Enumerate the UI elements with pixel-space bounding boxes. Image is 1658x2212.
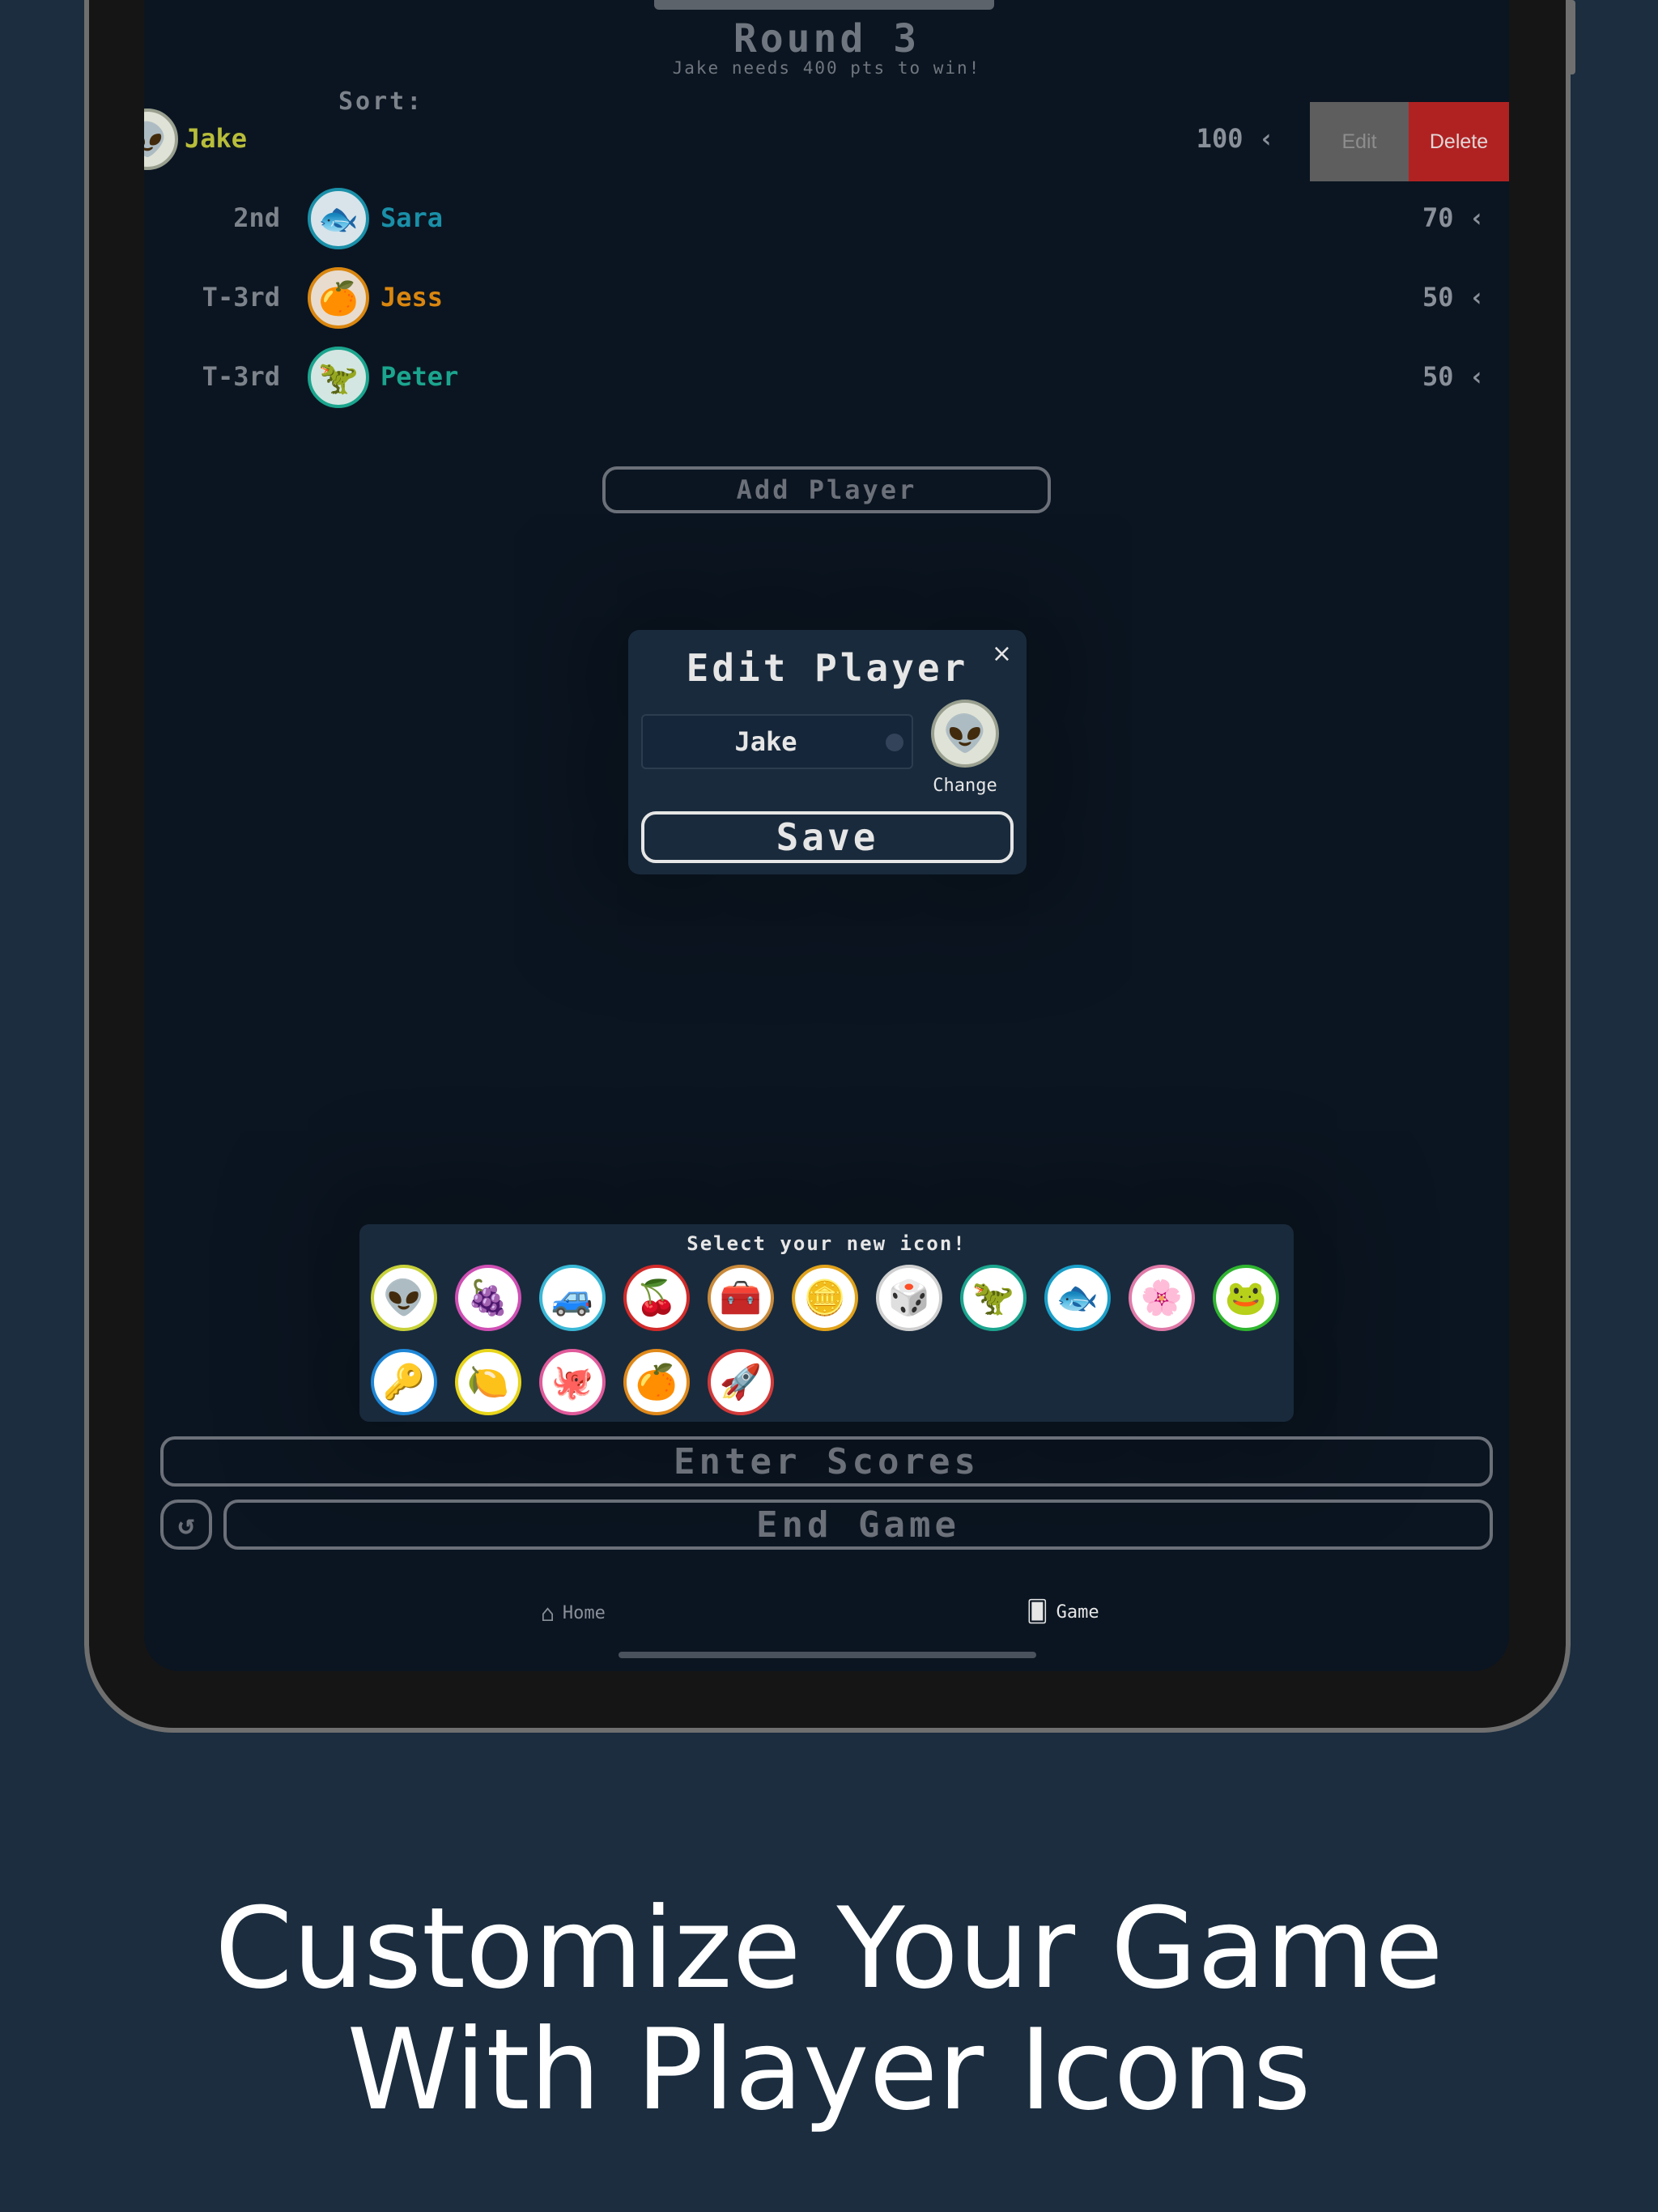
orange-icon[interactable]: 🍊 xyxy=(623,1349,690,1415)
add-player-button[interactable]: Add Player xyxy=(602,466,1051,513)
player-name-input[interactable]: Jake xyxy=(641,714,913,769)
orange-icon: 🍊 xyxy=(308,267,369,329)
player-name: Sara xyxy=(380,202,444,233)
tab-game-label: Game xyxy=(1056,1602,1099,1623)
icon-picker: Select your new icon! 👽 🍇 🚙 🍒 🧰 🪙 🎲 🦖 🐟 🌸 🐸 🔑 🍋 🐙 🍊 🚀 xyxy=(359,1224,1294,1422)
picker-title: Select your new icon! xyxy=(687,1232,967,1255)
caption-line-2: With Player Icons xyxy=(346,2005,1312,2135)
flower-icon[interactable]: 🌸 xyxy=(1129,1265,1195,1331)
alien-icon[interactable]: 👽 xyxy=(931,700,999,768)
player-rank: 2nd xyxy=(233,202,280,233)
player-rank: T-3rd xyxy=(202,361,280,392)
frog-icon[interactable]: 🐸 xyxy=(1213,1265,1279,1331)
tab-home[interactable]: ⌂ Home xyxy=(541,1600,606,1627)
grapes-icon[interactable]: 🍇 xyxy=(455,1265,521,1331)
clear-input-icon[interactable] xyxy=(886,734,903,751)
icon-grid: 👽 🍇 🚙 🍒 🧰 🪙 🎲 🦖 🐟 🌸 🐸 🔑 🍋 🐙 🍊 🚀 xyxy=(371,1265,1286,1415)
score-heading-partial xyxy=(654,0,994,10)
dino-icon: 🦖 xyxy=(308,347,369,408)
coin-icon[interactable]: 🪙 xyxy=(792,1265,858,1331)
fish-icon: 🐟 xyxy=(308,188,369,249)
dino-icon[interactable]: 🦖 xyxy=(960,1265,1027,1331)
player-name-value: Jake xyxy=(734,726,797,757)
player-row-jess[interactable]: T-3rd 🍊 Jess 50 ‹ xyxy=(144,262,1509,335)
edit-button[interactable]: Edit xyxy=(1310,102,1409,181)
player-rank: T-3rd xyxy=(202,282,280,313)
player-name: Jess xyxy=(380,282,444,313)
player-name: Jake xyxy=(185,123,248,154)
device-side-button xyxy=(1569,0,1575,74)
delete-button[interactable]: Delete xyxy=(1409,102,1509,181)
win-note: Jake needs 400 pts to win! xyxy=(672,58,981,78)
enter-scores-button[interactable]: Enter Scores xyxy=(160,1436,1493,1487)
octopus-icon[interactable]: 🐙 xyxy=(539,1349,606,1415)
player-row-peter[interactable]: T-3rd 🦖 Peter 50 ‹ xyxy=(144,342,1509,415)
player-score: 50 ‹ xyxy=(1422,282,1485,313)
alien-icon[interactable]: 👽 xyxy=(371,1265,437,1331)
tab-game[interactable]: 🂠 Game xyxy=(1027,1600,1099,1624)
lemon-icon[interactable]: 🍋 xyxy=(455,1349,521,1415)
caption-line-1: Customize Your Game xyxy=(215,1883,1443,2014)
end-game-button[interactable]: End Game xyxy=(223,1499,1493,1550)
player-score: 70 ‹ xyxy=(1422,202,1485,233)
alien-icon: 👽 xyxy=(144,108,178,170)
fish-icon[interactable]: 🐟 xyxy=(1044,1265,1111,1331)
save-button[interactable]: Save xyxy=(641,811,1014,863)
change-icon-label[interactable]: Change xyxy=(920,776,1010,796)
player-score: 100 ‹ xyxy=(1196,123,1274,154)
home-indicator xyxy=(619,1652,1036,1658)
key-icon[interactable]: 🔑 xyxy=(371,1349,437,1415)
undo-icon[interactable]: ↺ xyxy=(160,1499,212,1550)
player-row-sara[interactable]: 2nd 🐟 Sara 70 ‹ xyxy=(144,183,1509,256)
tab-home-label: Home xyxy=(562,1603,606,1623)
rocket-icon[interactable]: 🚀 xyxy=(708,1349,774,1415)
cherry-icon[interactable]: 🍒 xyxy=(623,1265,690,1331)
app-screen: Round 3 Jake needs 400 pts to win! Sort:… xyxy=(144,0,1509,1671)
round-title: Round 3 xyxy=(733,16,920,62)
home-icon: ⌂ xyxy=(541,1600,555,1627)
treasure-chest-icon[interactable]: 🧰 xyxy=(708,1265,774,1331)
close-icon[interactable]: × xyxy=(992,640,1012,668)
player-row-jake[interactable]: 👽 Jake 100 ‹ xyxy=(144,104,1509,177)
dice-icon[interactable]: 🎲 xyxy=(876,1265,942,1331)
player-score: 50 ‹ xyxy=(1422,361,1485,392)
edit-player-modal: Edit Player × Jake 👽 Change Save xyxy=(628,630,1027,874)
car-icon[interactable]: 🚙 xyxy=(539,1265,606,1331)
player-name: Peter xyxy=(380,361,459,392)
modal-title: Edit Player xyxy=(686,646,969,690)
cards-icon: 🂠 xyxy=(1027,1600,1048,1624)
marketing-caption: Customize Your Game With Player Icons xyxy=(0,1888,1658,2131)
